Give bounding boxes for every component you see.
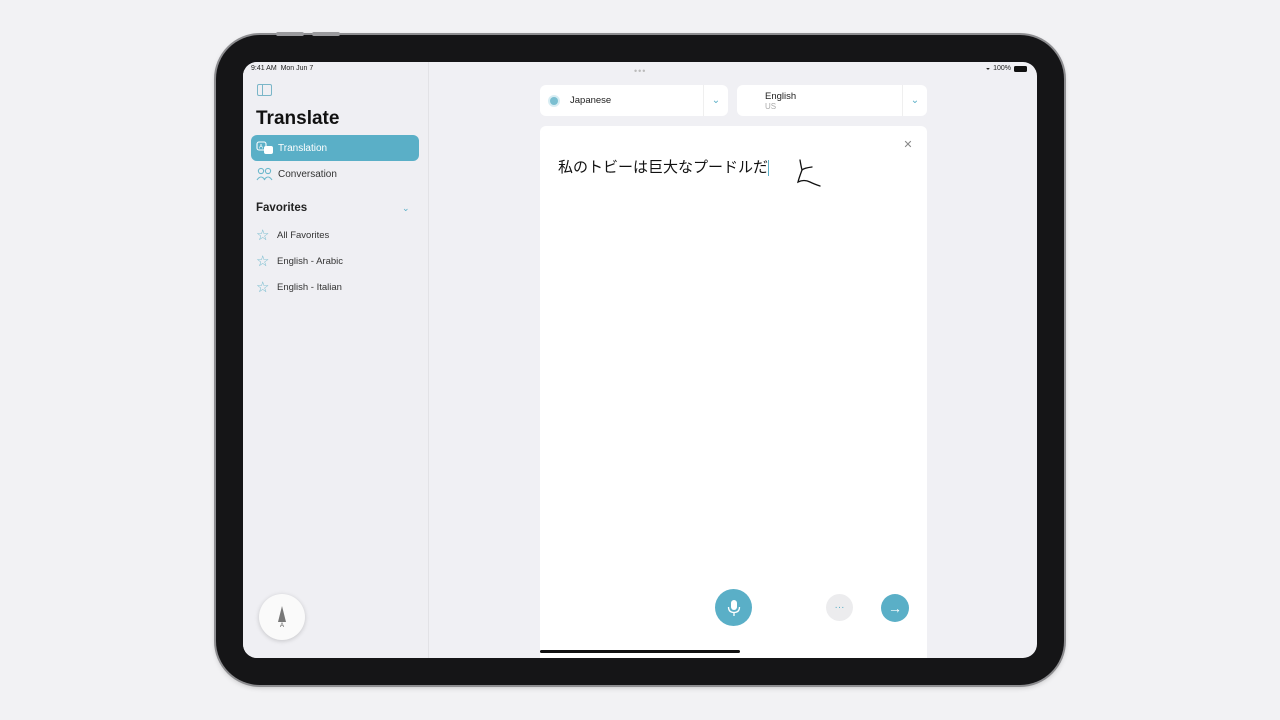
source-text-input[interactable]: 私のトビーは巨大なプードルだ bbox=[558, 156, 770, 177]
more-options-button[interactable]: ··· bbox=[826, 594, 853, 621]
sidebar-item-conversation[interactable]: Conversation bbox=[251, 161, 419, 187]
source-language-picker[interactable]: Japanese ⌄ bbox=[540, 85, 728, 116]
volume-up-button bbox=[276, 32, 304, 36]
sidebar: 9:41 AM Mon Jun 7 Translate A Translatio… bbox=[243, 62, 429, 658]
svg-text:A: A bbox=[259, 145, 263, 151]
home-indicator bbox=[540, 650, 740, 653]
favorite-label: English - Arabic bbox=[277, 255, 344, 267]
favorite-item-all[interactable]: ☆ All Favorites bbox=[256, 226, 329, 244]
pencil-label: A bbox=[279, 622, 284, 629]
arrow-right-icon: → bbox=[888, 600, 902, 616]
handwriting-stroke bbox=[797, 159, 821, 187]
battery-icon bbox=[1014, 65, 1027, 72]
translate-go-button[interactable]: → bbox=[881, 594, 909, 622]
translation-input-card[interactable]: ✕ 私のトビーは巨大なプードルだ ··· → bbox=[540, 126, 927, 658]
conversation-icon bbox=[256, 167, 274, 181]
status-right: ◒ 100% bbox=[986, 65, 1027, 72]
sidebar-item-label: Translation bbox=[278, 142, 328, 154]
target-language-region: US bbox=[765, 101, 777, 111]
text-cursor bbox=[768, 159, 770, 176]
pencil-tool-button[interactable]: A bbox=[259, 594, 305, 640]
target-language-picker[interactable]: English US ⌄ bbox=[737, 85, 927, 116]
sidebar-item-label: Conversation bbox=[278, 168, 337, 180]
detect-indicator-icon bbox=[550, 96, 558, 105]
translation-icon: A bbox=[256, 141, 274, 155]
screen: 9:41 AM Mon Jun 7 Translate A Translatio… bbox=[243, 62, 1037, 658]
status-time-date: 9:41 AM Mon Jun 7 bbox=[251, 65, 313, 72]
target-language-label: English bbox=[765, 90, 797, 102]
star-icon: ☆ bbox=[256, 279, 270, 296]
favorites-title: Favorites bbox=[256, 202, 308, 214]
favorite-item-english-arabic[interactable]: ☆ English - Arabic bbox=[256, 252, 343, 270]
chevron-down-icon[interactable]: ⌄ bbox=[402, 203, 410, 214]
star-icon: ☆ bbox=[256, 227, 270, 244]
favorite-item-english-italian[interactable]: ☆ English - Italian bbox=[256, 278, 342, 296]
status-date: Mon Jun 7 bbox=[280, 65, 314, 72]
star-icon: ☆ bbox=[256, 253, 270, 270]
chevron-down-icon[interactable]: ⌄ bbox=[703, 85, 728, 116]
source-text: 私のトビーは巨大なプードルだ bbox=[558, 158, 769, 176]
close-icon[interactable]: ✕ bbox=[901, 137, 915, 151]
sidebar-item-translation[interactable]: A Translation bbox=[251, 135, 419, 161]
multitasking-grabber[interactable]: ••• bbox=[634, 66, 646, 76]
app-title: Translate bbox=[256, 108, 340, 129]
chevron-down-icon[interactable]: ⌄ bbox=[902, 85, 927, 116]
microphone-icon bbox=[727, 599, 740, 616]
ellipsis-icon: ··· bbox=[834, 602, 845, 613]
source-language-label: Japanese bbox=[570, 95, 612, 106]
volume-down-button bbox=[312, 32, 340, 36]
favorite-label: All Favorites bbox=[277, 229, 330, 241]
pencil-icon bbox=[278, 605, 286, 622]
sidebar-toggle-icon[interactable] bbox=[257, 84, 272, 96]
status-time: 9:41 AM bbox=[251, 65, 277, 72]
favorite-label: English - Italian bbox=[277, 281, 342, 293]
battery-percent: 100% bbox=[993, 65, 1011, 72]
wifi-icon: ◒ bbox=[985, 65, 991, 72]
microphone-button[interactable] bbox=[715, 589, 752, 626]
